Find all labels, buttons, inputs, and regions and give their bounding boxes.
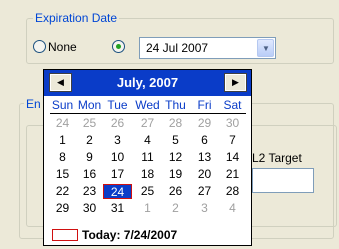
calendar-day[interactable]: 2: [161, 201, 190, 216]
calendar-day[interactable]: 18: [133, 167, 162, 182]
radio-selected-dot: [116, 44, 121, 49]
calendar-day-selected[interactable]: 24: [103, 184, 132, 199]
weekday-header: Mon: [77, 98, 102, 112]
date-radio[interactable]: [112, 40, 125, 53]
calendar-day[interactable]: 15: [48, 167, 77, 182]
calendar-day[interactable]: 23: [75, 184, 104, 199]
calendar-day[interactable]: 13: [190, 150, 219, 165]
weekday-header: Sun: [51, 98, 74, 112]
today-link[interactable]: Today: 7/24/2007: [82, 228, 177, 242]
calendar-day[interactable]: 7: [218, 133, 247, 148]
calendar-day[interactable]: 29: [190, 116, 219, 131]
calendar-day[interactable]: 4: [218, 201, 247, 216]
calendar-header: ◀ July, 2007 ▶: [44, 70, 251, 96]
calendar-popup: ◀ July, 2007 ▶ Sun Mon Tue Wed Thu Fri Sat 24 2…: [43, 69, 252, 246]
arrow-right-icon: ▶: [232, 77, 239, 87]
calendar-day[interactable]: 3: [103, 133, 132, 148]
calendar-day[interactable]: 29: [48, 201, 77, 216]
weekday-header: Fri: [197, 98, 212, 112]
calendar-day[interactable]: 14: [218, 150, 247, 165]
calendar-day[interactable]: 26: [103, 116, 132, 131]
next-month-button[interactable]: ▶: [224, 73, 247, 92]
expiration-date-legend: Expiration Date: [33, 11, 120, 25]
calendar-day[interactable]: 19: [161, 167, 190, 182]
background-group-legend: En: [24, 97, 43, 111]
calendar-day[interactable]: 4: [133, 133, 162, 148]
weekday-header: Tue: [107, 98, 128, 112]
calendar-day[interactable]: 12: [161, 150, 190, 165]
l2-target-label: L2 Target: [252, 151, 302, 165]
none-radio-label[interactable]: None: [48, 40, 77, 54]
calendar-day[interactable]: 31: [103, 201, 132, 216]
calendar-day[interactable]: 20: [190, 167, 219, 182]
today-marker-icon: [52, 229, 78, 241]
calendar-day[interactable]: 24: [48, 116, 77, 131]
calendar-day[interactable]: 9: [75, 150, 104, 165]
calendar-day[interactable]: 28: [218, 184, 247, 199]
calendar-day[interactable]: 28: [161, 116, 190, 131]
calendar-day[interactable]: 8: [48, 150, 77, 165]
expiration-date-combobox[interactable]: 24 Jul 2007 ▼: [139, 37, 276, 59]
calendar-day[interactable]: 30: [218, 116, 247, 131]
weekday-header: Sat: [223, 98, 242, 112]
weekday-header: Thu: [165, 98, 186, 112]
calendar-day[interactable]: 26: [161, 184, 190, 199]
calendar-day[interactable]: 11: [133, 150, 162, 165]
none-radio[interactable]: [33, 40, 46, 53]
calendar-day[interactable]: 3: [190, 201, 219, 216]
calendar-day[interactable]: 22: [48, 184, 77, 199]
calendar-day[interactable]: 25: [75, 116, 104, 131]
calendar-day[interactable]: 25: [133, 184, 162, 199]
calendar-day[interactable]: 30: [75, 201, 104, 216]
calendar-day[interactable]: 1: [133, 201, 162, 216]
calendar-day[interactable]: 5: [161, 133, 190, 148]
arrow-left-icon: ◀: [57, 77, 64, 87]
date-combobox-value: 24 Jul 2007: [146, 41, 209, 55]
calendar-day[interactable]: 27: [133, 116, 162, 131]
calendar-day[interactable]: 10: [103, 150, 132, 165]
calendar-divider: [50, 113, 246, 114]
calendar-day[interactable]: 16: [75, 167, 104, 182]
chevron-down-icon: ▼: [262, 44, 270, 53]
date-dropdown-button[interactable]: ▼: [257, 39, 274, 57]
weekday-header: Wed: [135, 98, 160, 112]
calendar-day[interactable]: 27: [190, 184, 219, 199]
previous-month-button[interactable]: ◀: [49, 73, 72, 92]
calendar-day[interactable]: 1: [48, 133, 77, 148]
l2-target-input[interactable]: [252, 168, 314, 193]
calendar-day[interactable]: 2: [75, 133, 104, 148]
calendar-month-title[interactable]: July, 2007: [74, 76, 221, 90]
calendar-day[interactable]: 6: [190, 133, 219, 148]
calendar-day[interactable]: 21: [218, 167, 247, 182]
calendar-day[interactable]: 17: [103, 167, 132, 182]
